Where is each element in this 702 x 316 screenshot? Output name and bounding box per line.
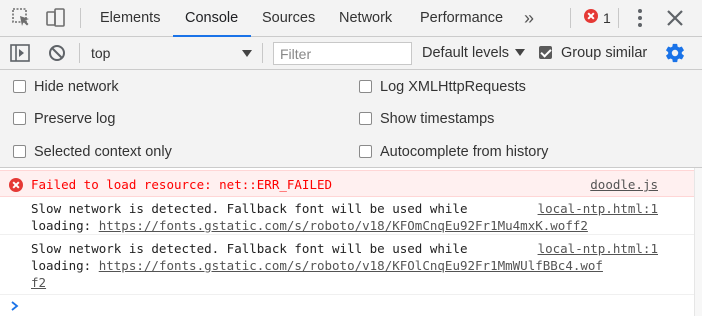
close-icon[interactable] bbox=[663, 6, 687, 30]
devtools-tabbar: Elements Console Sources Network Perform… bbox=[0, 0, 702, 37]
device-toolbar-icon[interactable] bbox=[44, 6, 68, 30]
group-similar-checkbox[interactable] bbox=[539, 46, 552, 59]
message-source-link[interactable]: doodle.js bbox=[590, 176, 658, 193]
console-error-message: Failed to load resource: net::ERR_FAILED… bbox=[0, 170, 694, 197]
toolbar-divider bbox=[618, 8, 619, 28]
console-log-message: Slow network is detected. Fallback font … bbox=[0, 198, 694, 235]
scrollbar[interactable] bbox=[694, 168, 702, 316]
font-url-link[interactable]: https://fonts.gstatic.com/s/roboto/v18/K… bbox=[99, 258, 603, 273]
selected-context-only-label: Selected context only bbox=[34, 144, 172, 160]
chevron-down-icon[interactable] bbox=[240, 44, 254, 62]
toolbar-divider bbox=[80, 8, 81, 28]
error-icon bbox=[9, 178, 23, 192]
tab-performance[interactable]: Performance bbox=[420, 0, 503, 37]
more-tabs-button[interactable]: » bbox=[524, 0, 534, 37]
message-text-line2: loading: https://fonts.gstatic.com/s/rob… bbox=[31, 257, 603, 274]
clear-console-icon[interactable] bbox=[46, 42, 68, 64]
font-url-link[interactable]: https://fonts.gstatic.com/s/roboto/v18/K… bbox=[99, 218, 588, 233]
autocomplete-from-history-label: Autocomplete from history bbox=[380, 144, 549, 160]
gear-icon[interactable] bbox=[664, 42, 686, 64]
font-url-link-continued[interactable]: f2 bbox=[31, 275, 46, 290]
log-xmlhttprequests-option[interactable]: Log XMLHttpRequests bbox=[359, 77, 526, 97]
preserve-log-label: Preserve log bbox=[34, 111, 116, 127]
kebab-menu-icon[interactable] bbox=[628, 6, 652, 30]
show-timestamps-label: Show timestamps bbox=[380, 111, 495, 127]
show-timestamps-checkbox[interactable] bbox=[359, 112, 372, 125]
message-source-link[interactable]: local-ntp.html:1 bbox=[538, 240, 658, 257]
message-text-line1: Slow network is detected. Fallback font … bbox=[31, 201, 468, 216]
log-xmlhttprequests-label: Log XMLHttpRequests bbox=[380, 79, 526, 95]
hide-network-option[interactable]: Hide network bbox=[13, 77, 119, 97]
preserve-log-checkbox[interactable] bbox=[13, 112, 26, 125]
toolbar-divider bbox=[262, 43, 263, 63]
toolbar-divider bbox=[570, 8, 571, 28]
message-text-line1: Slow network is detected. Fallback font … bbox=[31, 241, 468, 256]
autocomplete-from-history-checkbox[interactable] bbox=[359, 145, 372, 158]
console-log-message: Slow network is detected. Fallback font … bbox=[0, 237, 694, 295]
console-messages: Failed to load resource: net::ERR_FAILED… bbox=[0, 168, 702, 316]
message-text-line2: loading: https://fonts.gstatic.com/s/rob… bbox=[31, 217, 588, 234]
message-prefix: loading: bbox=[31, 218, 99, 233]
filter-input[interactable] bbox=[273, 42, 412, 65]
hide-network-checkbox[interactable] bbox=[13, 80, 26, 93]
inspect-element-icon[interactable] bbox=[10, 6, 34, 30]
show-sidebar-icon[interactable] bbox=[9, 42, 31, 64]
message-prefix: loading: bbox=[31, 258, 99, 273]
error-count[interactable]: 1 bbox=[603, 0, 611, 37]
selected-context-only-option[interactable]: Selected context only bbox=[13, 142, 172, 162]
error-count-icon[interactable] bbox=[584, 9, 598, 23]
tab-sources[interactable]: Sources bbox=[262, 0, 315, 37]
tab-network[interactable]: Network bbox=[339, 0, 392, 37]
console-settings-pane: Hide network Preserve log Selected conte… bbox=[0, 70, 702, 168]
selected-context-only-checkbox[interactable] bbox=[13, 145, 26, 158]
preserve-log-option[interactable]: Preserve log bbox=[13, 109, 115, 129]
autocomplete-from-history-option[interactable]: Autocomplete from history bbox=[359, 142, 548, 162]
log-levels-dropdown[interactable]: Default levels bbox=[422, 37, 509, 70]
console-prompt-icon[interactable] bbox=[9, 299, 21, 313]
hide-network-label: Hide network bbox=[34, 79, 119, 95]
group-similar-label[interactable]: Group similar bbox=[561, 37, 647, 70]
toolbar-divider bbox=[79, 43, 80, 63]
context-selector[interactable]: top bbox=[91, 37, 110, 70]
tab-console[interactable]: Console bbox=[173, 0, 251, 37]
tab-elements[interactable]: Elements bbox=[100, 0, 160, 37]
log-xmlhttprequests-checkbox[interactable] bbox=[359, 80, 372, 93]
console-toolbar: top Default levels Group similar bbox=[0, 37, 702, 70]
chevron-down-icon[interactable] bbox=[514, 46, 526, 60]
message-text: Failed to load resource: net::ERR_FAILED bbox=[31, 177, 333, 192]
show-timestamps-option[interactable]: Show timestamps bbox=[359, 109, 494, 129]
message-source-link[interactable]: local-ntp.html:1 bbox=[538, 200, 658, 217]
